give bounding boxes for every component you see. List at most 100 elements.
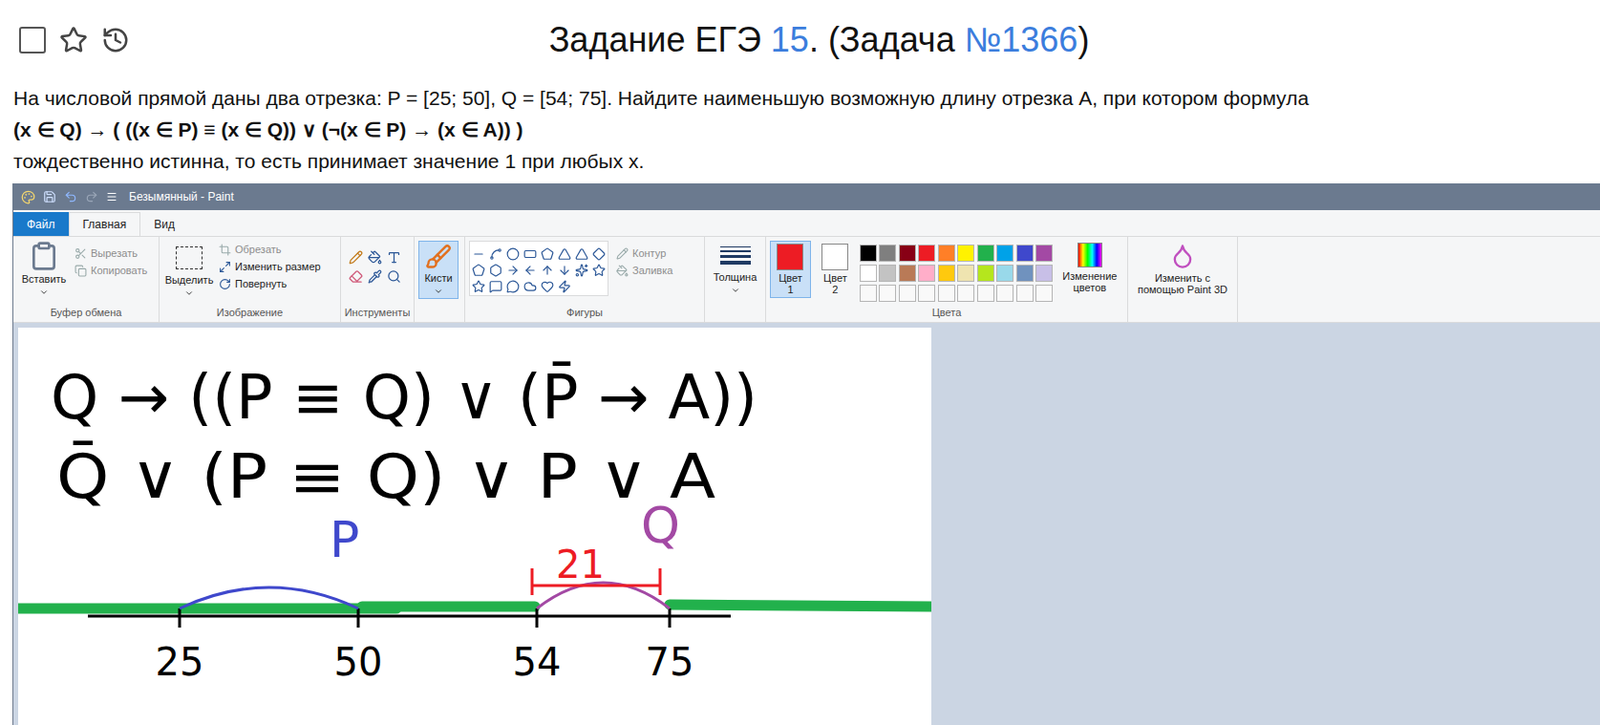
group-label — [414, 320, 465, 322]
shape-icon[interactable] — [540, 263, 555, 278]
quick-access-icon[interactable] — [106, 191, 118, 203]
palette-color[interactable] — [878, 284, 896, 302]
shape-icon[interactable] — [575, 263, 589, 278]
axis-tick: 50 — [334, 608, 384, 684]
shape-icon[interactable] — [557, 279, 572, 294]
rotate-button[interactable]: Повернуть — [218, 275, 321, 293]
checkbox[interactable] — [19, 26, 46, 54]
shape-icon[interactable] — [471, 247, 486, 261]
title-bar: Безымянный - Paint — [13, 183, 1600, 211]
palette-color[interactable] — [957, 284, 975, 302]
axis-tick: 25 — [155, 608, 205, 684]
shape-icon[interactable] — [592, 247, 606, 261]
text-tool-icon[interactable] — [386, 250, 402, 265]
palette-color[interactable] — [938, 264, 956, 282]
shape-icon[interactable] — [592, 263, 606, 278]
file-tab[interactable]: Файл — [13, 212, 69, 236]
shape-icon[interactable] — [540, 279, 555, 294]
palette-color[interactable] — [957, 244, 975, 262]
paint-window: Безымянный - PaintФайлГлавнаяВид Вставить… — [12, 183, 1600, 725]
shape-icon[interactable] — [489, 279, 503, 294]
shape-icon[interactable] — [557, 263, 572, 278]
resize-button[interactable]: Изменить размер — [218, 257, 321, 276]
palette-color[interactable] — [977, 244, 995, 262]
palette-color[interactable] — [957, 264, 975, 282]
select-button[interactable]: Выделить — [163, 240, 215, 299]
palette-color[interactable] — [898, 244, 917, 262]
colors-group: Цвет 1Цвет 2Изменение цветовЦвета — [766, 236, 1129, 322]
palette-color[interactable] — [878, 264, 896, 282]
palette-color[interactable] — [1016, 244, 1034, 262]
palette-color[interactable] — [1035, 244, 1053, 262]
magnifier-icon[interactable] — [386, 269, 402, 284]
header: Задание ЕГЭ 15. (Задача №1366) — [0, 0, 1600, 81]
redo-icon[interactable] — [85, 190, 99, 204]
paint3d-button[interactable]: Изменить с помощью Paint 3D — [1131, 240, 1234, 296]
palette-color[interactable] — [898, 264, 917, 282]
cut-button: Вырезать — [74, 244, 148, 262]
shape-icon[interactable] — [523, 247, 537, 261]
paste-button[interactable]: Вставить — [17, 240, 71, 298]
color-picker-icon[interactable] — [367, 269, 383, 284]
title-link[interactable]: №1366 — [964, 20, 1079, 60]
undo-icon[interactable] — [64, 190, 78, 204]
palette-color[interactable] — [878, 244, 896, 262]
shape-icon[interactable] — [540, 247, 555, 261]
shape-icon[interactable] — [489, 263, 503, 278]
shape-icon[interactable] — [575, 247, 589, 261]
palette-color[interactable] — [977, 264, 995, 282]
palette-color[interactable] — [859, 264, 877, 282]
segment-arc: Q — [536, 496, 681, 609]
palette-color[interactable] — [1035, 284, 1053, 302]
shape-icon[interactable] — [506, 247, 520, 261]
palette-color[interactable] — [938, 284, 956, 302]
color-slot[interactable]: Цвет 2 — [814, 240, 856, 299]
image-group: ВыделитьОбрезатьИзменить размерПовернуть… — [159, 236, 342, 322]
pencil-icon[interactable] — [348, 250, 363, 265]
palette-color[interactable] — [1016, 264, 1034, 282]
shape-icon[interactable] — [471, 263, 486, 278]
fill-icon[interactable] — [367, 250, 383, 265]
palette-color[interactable] — [1035, 264, 1053, 282]
brushes-button[interactable]: Кисти — [418, 240, 459, 299]
task-title: Задание ЕГЭ 15. (Задача №1366) — [210, 14, 1390, 66]
canvas-drawing[interactable]: Q → ((P ≡ Q) ∨ (P̄ → A))Q̄ ∨ (P ≡ Q) ∨ P… — [18, 327, 932, 725]
shape-icon[interactable] — [506, 279, 520, 294]
palette-color[interactable] — [996, 244, 1014, 262]
edit-colors-button[interactable]: Изменение цветов — [1056, 240, 1124, 294]
copy-button: Копировать — [74, 261, 148, 279]
palette-color[interactable] — [859, 284, 877, 302]
cover-marking — [18, 604, 932, 609]
ribbon-tab[interactable]: Главная — [68, 212, 142, 236]
palette-color[interactable] — [1016, 284, 1034, 302]
palette-color[interactable] — [996, 284, 1014, 302]
shape-icon[interactable] — [471, 279, 486, 294]
shape-icon[interactable] — [523, 279, 537, 294]
shape-icon[interactable] — [557, 247, 572, 261]
shape-icon[interactable] — [523, 263, 537, 278]
cut-button-icon — [74, 247, 87, 260]
answer-bracket: 21 — [532, 542, 661, 596]
eraser-icon[interactable] — [348, 269, 363, 284]
palette-color[interactable] — [917, 244, 936, 262]
palette-color[interactable] — [977, 284, 995, 302]
group-label — [1128, 320, 1238, 322]
palette-color[interactable] — [859, 244, 877, 262]
title-link[interactable]: 15 — [770, 20, 810, 60]
color-slot[interactable]: Цвет 1 — [769, 240, 811, 299]
palette-color[interactable] — [917, 284, 936, 302]
star-icon[interactable] — [59, 25, 88, 55]
history-icon[interactable] — [101, 25, 130, 55]
palette-color[interactable] — [996, 264, 1014, 282]
group-label: Изображение — [159, 304, 341, 322]
fill-button: Заливка — [616, 261, 673, 279]
save-icon[interactable] — [42, 190, 57, 204]
shape-icon[interactable] — [489, 247, 503, 261]
palette-color[interactable] — [898, 284, 917, 302]
palette-color[interactable] — [938, 244, 956, 262]
canvas[interactable]: Q → ((P ≡ Q) ∨ (P̄ → A))Q̄ ∨ (P ≡ Q) ∨ P… — [18, 327, 932, 725]
size-button[interactable]: Толщина — [708, 240, 762, 296]
palette-color[interactable] — [917, 264, 936, 282]
ribbon-tab[interactable]: Вид — [140, 212, 189, 236]
shape-icon[interactable] — [506, 263, 520, 278]
